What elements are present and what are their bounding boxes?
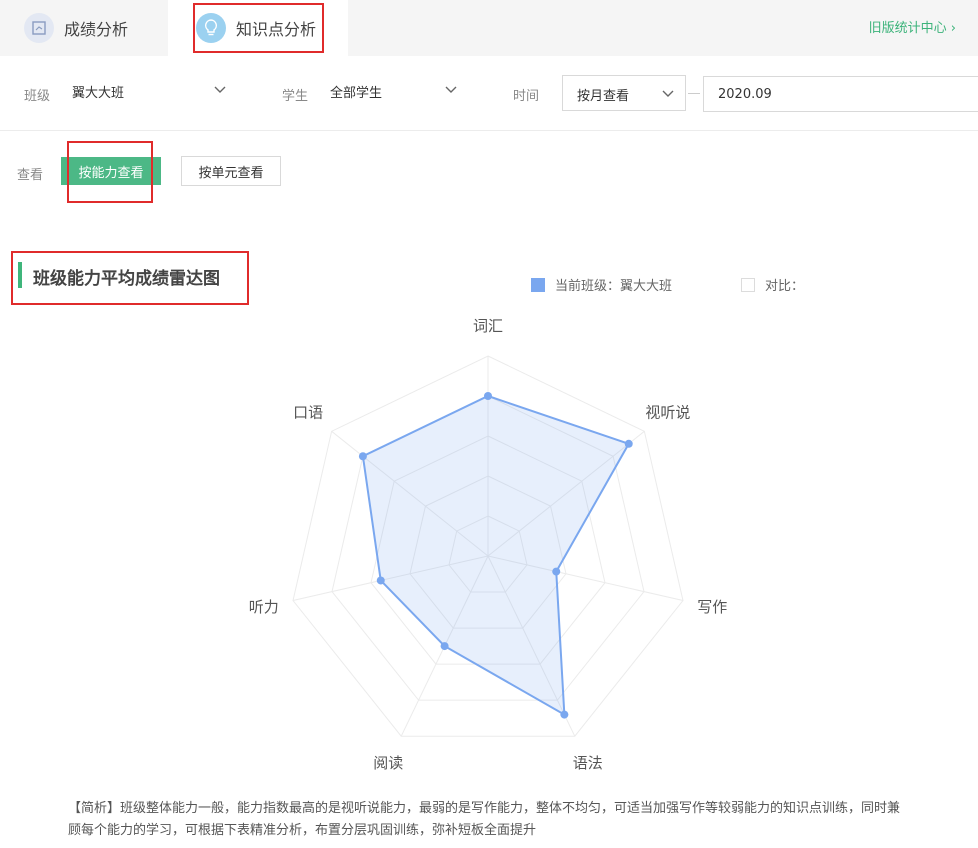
chevron-down-icon[interactable] [444,82,458,96]
radar-point[interactable] [376,576,385,585]
filter-bar: 班级 翼大大班 学生 全部学生 时间 按月查看 2020.09 [0,56,978,131]
divider [688,93,700,94]
view-by-unit-button[interactable]: 按单元查看 [181,156,281,186]
axis-label: 视听说 [645,404,690,422]
time-label: 时间 [513,89,540,104]
legend-compare[interactable]: 对比： [741,275,804,294]
class-select[interactable]: 翼大大班 [72,82,124,101]
radar-series-area [361,394,631,717]
report-icon [24,13,54,43]
student-select[interactable]: 全部学生 [330,82,382,101]
legend-compare-label: 对比： [765,279,805,294]
date-input[interactable]: 2020.09 [703,76,978,112]
axis-label: 词汇 [473,317,503,335]
radar-point[interactable] [552,567,561,576]
chevron-down-icon[interactable] [213,82,227,96]
date-value: 2020.09 [718,87,772,102]
legend-checkbox [741,277,755,292]
radar-point[interactable] [484,392,492,400]
legend-current-label: 当前班级：翼大大班 [555,279,673,294]
tab-score-analysis[interactable]: 成绩分析 [24,0,128,56]
time-mode-value: 按月查看 [577,89,630,104]
highlight-box-tab [193,3,324,53]
legend-swatch [531,277,545,292]
chevron-down-icon [662,90,674,97]
time-mode-select[interactable]: 按月查看 [562,75,686,111]
old-stats-center-link[interactable]: 旧版统计中心 › [869,17,956,36]
axis-label: 口语 [293,404,323,422]
highlight-box-button [67,141,153,203]
class-label: 班级 [24,89,51,104]
radar-chart: 词汇视听说写作语法 阅读 听力 口语 [249,317,727,772]
view-label: 查看 [17,168,44,183]
legend-current[interactable]: 当前班级：翼大大班 [531,275,672,294]
radar-point[interactable] [560,710,569,719]
student-label: 学生 [282,89,309,104]
analysis-text: 【简析】班级整体能力一般，能力指数最高的是视听说能力，最弱的是写作能力，整体不均… [68,801,901,838]
old-stats-link-label: 旧版统计中心 [868,21,947,36]
axis-label: 听力 [249,598,279,616]
axis-label: 阅读 [373,754,403,772]
radar-point[interactable] [358,452,367,461]
radar-point[interactable] [624,439,633,448]
chevron-right-icon: › [950,21,956,36]
highlight-box-title [11,251,249,305]
axis-label: 写作 [697,598,727,616]
tab-label: 成绩分析 [64,20,129,39]
top-tab-bar: 成绩分析 知识点分析 旧版统计中心 › [0,0,978,56]
radar-point[interactable] [440,642,449,651]
axis-label: 语法 [573,754,603,772]
